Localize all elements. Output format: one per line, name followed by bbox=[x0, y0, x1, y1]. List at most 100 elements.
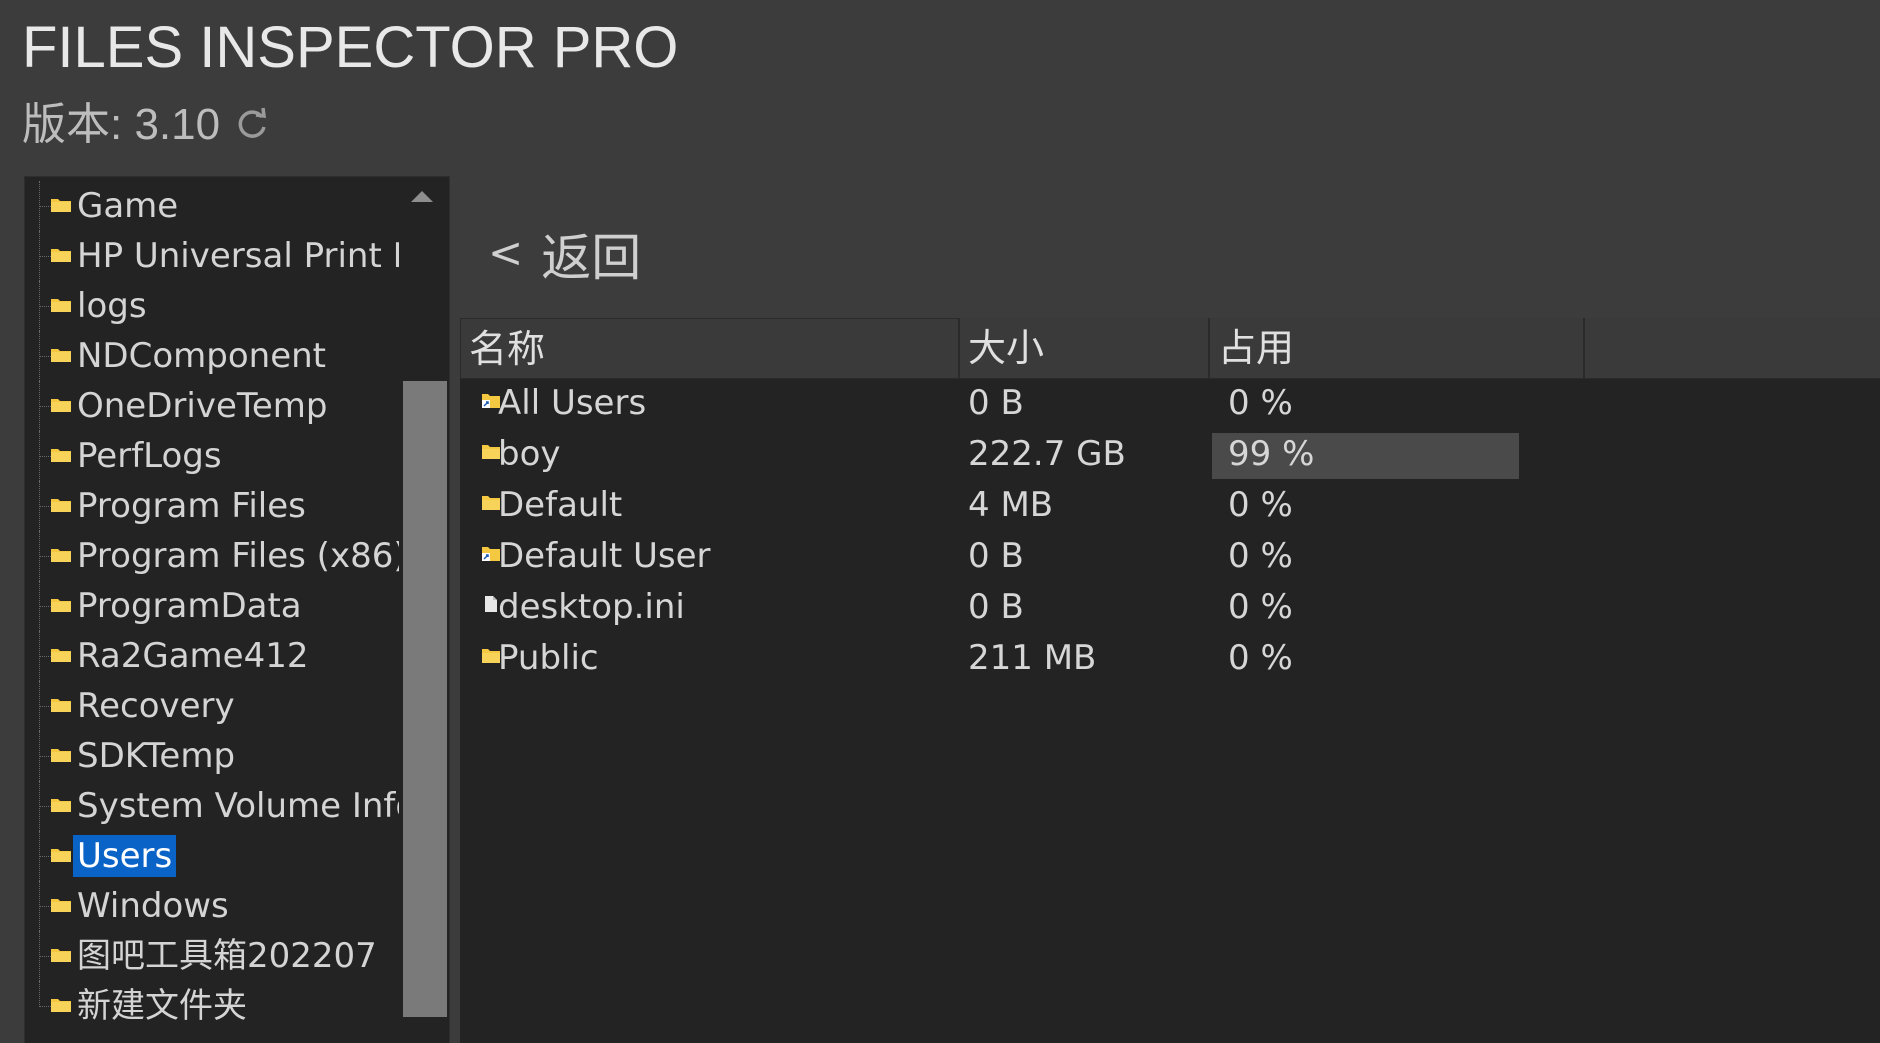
table-row[interactable]: All Users 0 B 0 % bbox=[460, 378, 1880, 429]
usage-text: 0 % bbox=[1228, 587, 1293, 627]
table-rows: All Users 0 B 0 % boy 222.7 GB 99 % Default 4 M… bbox=[460, 378, 1880, 684]
cell-usage: 0 % bbox=[1218, 380, 1293, 426]
tree-item[interactable]: Program Files bbox=[25, 481, 397, 531]
usage-text: 0 % bbox=[1228, 536, 1293, 576]
tree-item[interactable]: NDComponent bbox=[25, 331, 397, 381]
table-row[interactable]: Public 211 MB 0 % bbox=[460, 633, 1880, 684]
table-row[interactable]: boy 222.7 GB 99 % bbox=[460, 429, 1880, 480]
tree-item[interactable]: System Volume Infor bbox=[25, 781, 430, 831]
usage-text: 0 % bbox=[1228, 383, 1293, 423]
cell-size: 211 MB bbox=[968, 638, 1097, 678]
folder-icon bbox=[51, 749, 71, 762]
cell-name: desktop.ini bbox=[498, 587, 685, 627]
cell-name: Default User bbox=[498, 536, 711, 576]
cell-size: 222.7 GB bbox=[968, 434, 1126, 474]
tree-item[interactable]: Windows bbox=[25, 881, 397, 931]
folder-icon bbox=[51, 649, 71, 662]
tree-item[interactable]: HP Universal Print Dr bbox=[25, 231, 433, 281]
tree-item[interactable]: Users bbox=[25, 831, 397, 881]
table-row[interactable]: Default User 0 B 0 % bbox=[460, 531, 1880, 582]
tree-item-label: Users bbox=[73, 835, 177, 877]
folder-icon bbox=[51, 549, 71, 562]
tree-item-label: Program Files bbox=[77, 486, 306, 526]
folder-icon bbox=[51, 999, 71, 1012]
tree-item[interactable]: logs bbox=[25, 281, 397, 331]
folder-icon bbox=[51, 449, 71, 462]
tree-item-label: HP Universal Print Dr bbox=[77, 236, 433, 276]
folder-icon bbox=[51, 399, 71, 412]
tree-connector bbox=[39, 981, 41, 1007]
table-row[interactable]: desktop.ini 0 B 0 % bbox=[460, 582, 1880, 633]
file-table: 名称 大小 占用 All Users 0 B 0 % boy 222.7 GB 99 % D… bbox=[460, 318, 1880, 1043]
chevron-left-icon: < bbox=[488, 227, 524, 277]
tree-item-label: Recovery bbox=[77, 686, 235, 726]
tree-item[interactable]: Program Files (x86) bbox=[25, 531, 407, 581]
tree-item-label: System Volume Infor bbox=[77, 786, 431, 826]
tree-item-label: Program Files (x86) bbox=[77, 536, 407, 576]
cell-name: All Users bbox=[498, 383, 647, 423]
app-title: FILES INSPECTOR PRO bbox=[22, 15, 679, 80]
cell-size: 0 B bbox=[968, 383, 1024, 423]
version-row: 版本: 3.10 bbox=[22, 88, 270, 152]
cell-size: 4 MB bbox=[968, 485, 1054, 525]
scroll-thumb[interactable] bbox=[403, 381, 447, 1017]
cell-name: Default bbox=[498, 485, 623, 525]
refresh-icon[interactable] bbox=[234, 102, 270, 138]
tree-item[interactable]: Ra2Game412 bbox=[25, 631, 397, 681]
cell-usage: 0 % bbox=[1218, 584, 1293, 630]
tree-item-label: SDKTemp bbox=[77, 736, 236, 776]
column-header-size[interactable]: 大小 bbox=[960, 318, 1210, 378]
cell-name: boy bbox=[498, 434, 561, 474]
cell-usage: 0 % bbox=[1218, 482, 1293, 528]
back-label: 返回 bbox=[541, 229, 642, 287]
tree-item[interactable]: Recovery bbox=[25, 681, 397, 731]
folder-icon bbox=[51, 299, 71, 312]
tree-item[interactable]: 图吧工具箱202207 bbox=[25, 931, 397, 981]
cell-size: 0 B bbox=[968, 587, 1024, 627]
column-header-usage[interactable]: 占用 bbox=[1210, 318, 1585, 378]
table-header: 名称 大小 占用 bbox=[460, 318, 1880, 379]
folder-icon bbox=[51, 799, 71, 812]
main-panel: < 返回 名称 大小 占用 All Users 0 B 0 % boy 222.7 GB… bbox=[452, 176, 1880, 1043]
tree-item[interactable]: PerfLogs bbox=[25, 431, 397, 481]
tree-item-label: PerfLogs bbox=[77, 436, 222, 476]
folder-tree: Game HP Universal Print Dr logs NDComponent… bbox=[25, 181, 433, 1031]
version-label: 版本: 3.10 bbox=[22, 100, 221, 149]
table-row[interactable]: Default 4 MB 0 % bbox=[460, 480, 1880, 531]
column-header-name[interactable]: 名称 bbox=[460, 318, 960, 378]
back-button[interactable]: < 返回 bbox=[488, 218, 641, 290]
folder-icon bbox=[51, 949, 71, 962]
cell-usage: 0 % bbox=[1218, 533, 1293, 579]
tree-item-label: Windows bbox=[77, 886, 229, 926]
tree-scrollbar[interactable] bbox=[399, 177, 447, 1043]
tree-item-label: logs bbox=[77, 286, 147, 326]
usage-text: 0 % bbox=[1228, 485, 1293, 525]
cell-name: Public bbox=[498, 638, 599, 678]
tree-item-label: OneDriveTemp bbox=[77, 386, 328, 426]
scroll-up-arrow-icon[interactable] bbox=[411, 191, 433, 202]
folder-tree-panel: Game HP Universal Print Dr logs NDComponent… bbox=[24, 176, 450, 1043]
cell-usage: 0 % bbox=[1218, 635, 1293, 681]
folder-icon bbox=[51, 199, 71, 212]
app-window: FILES INSPECTOR PRO 版本: 3.10 Game HP Univ… bbox=[0, 0, 1880, 1043]
folder-icon bbox=[51, 499, 71, 512]
tree-item[interactable]: ProgramData bbox=[25, 581, 397, 631]
tree-item-label: 图吧工具箱202207 bbox=[77, 936, 377, 976]
tree-item[interactable]: 新建文件夹 bbox=[25, 981, 397, 1031]
tree-item-label: Ra2Game412 bbox=[77, 636, 309, 676]
tree-item-label: ProgramData bbox=[77, 586, 302, 626]
folder-icon bbox=[51, 849, 71, 862]
tree-item-label: NDComponent bbox=[77, 336, 327, 376]
tree-item-label: Game bbox=[77, 186, 179, 226]
folder-icon bbox=[51, 899, 71, 912]
cell-size: 0 B bbox=[968, 536, 1024, 576]
folder-icon bbox=[51, 699, 71, 712]
folder-icon bbox=[51, 599, 71, 612]
usage-text: 99 % bbox=[1228, 434, 1315, 474]
tree-item[interactable]: OneDriveTemp bbox=[25, 381, 397, 431]
tree-item[interactable]: SDKTemp bbox=[25, 731, 397, 781]
usage-text: 0 % bbox=[1228, 638, 1293, 678]
tree-item-label: 新建文件夹 bbox=[77, 986, 247, 1026]
folder-icon bbox=[51, 249, 71, 262]
tree-item[interactable]: Game bbox=[25, 181, 397, 231]
